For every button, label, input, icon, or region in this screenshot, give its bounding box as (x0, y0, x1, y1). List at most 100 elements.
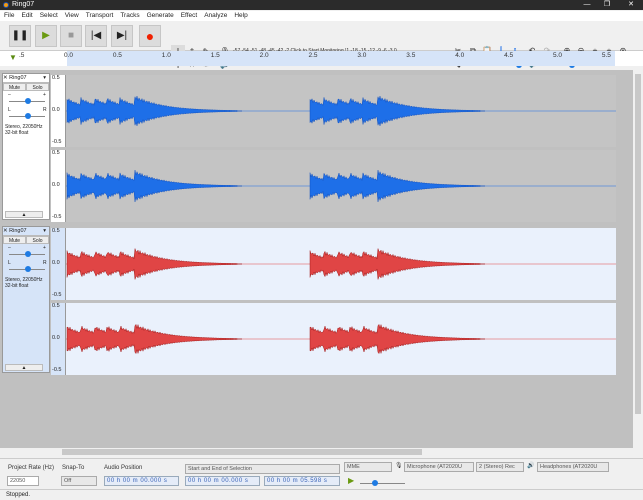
recording-device-select[interactable]: Microphone (AT2020U (404, 462, 474, 472)
menu-select[interactable]: Select (40, 11, 58, 21)
menu-analyze[interactable]: Analyze (204, 11, 227, 21)
waveform-channel[interactable] (66, 303, 616, 375)
ruler-tick: 2.0 (259, 52, 269, 59)
scale-label: 0.0 (52, 335, 60, 341)
record-button[interactable]: ● (139, 25, 161, 47)
menu-edit[interactable]: Edit (21, 11, 32, 21)
menu-bar: File Edit Select View Transport Tracks G… (0, 11, 643, 21)
audio-position-label: Audio Position (104, 465, 143, 471)
skip-to-end-button[interactable]: ▶| (111, 25, 133, 47)
vertical-scale[interactable]: 0.5 0.0 -0.5 (51, 228, 66, 300)
scale-label: -0.5 (52, 292, 62, 298)
scale-label: -0.5 (52, 139, 62, 145)
microphone-device-icon: 🎙 (395, 463, 403, 469)
menu-view[interactable]: View (65, 11, 79, 21)
mute-button[interactable]: Mute (3, 236, 26, 244)
ruler-tick: 3.0 (357, 52, 367, 59)
ruler-tick: 1.0 (161, 52, 171, 59)
collapse-track-button[interactable]: ▲ (5, 364, 43, 371)
skip-to-start-button[interactable]: |◀ (85, 25, 107, 47)
ruler-tick: 1.5 (210, 52, 220, 59)
title-bar: Ring07 — ❐ ✕ (0, 0, 643, 10)
menu-transport[interactable]: Transport (86, 11, 114, 21)
menu-tracks[interactable]: Tracks (120, 11, 139, 21)
track-name-menu[interactable]: ✕ Ring07 ▾ (3, 227, 49, 236)
waveform-channel[interactable] (66, 150, 616, 222)
menu-help[interactable]: Help (234, 11, 247, 21)
ruler-tick: 4.0 (455, 52, 465, 59)
ruler-tick: 2.5 (308, 52, 318, 59)
vertical-scale[interactable]: 0.5 0.0 -0.5 (51, 303, 66, 375)
ruler-tick: 0.0 (64, 52, 74, 59)
selection-start-field[interactable]: 00 h 00 m 00.000 s (185, 476, 260, 486)
solo-button[interactable]: Solo (26, 83, 49, 91)
track-name-menu[interactable]: ✕ Ring07 ▾ (3, 74, 49, 83)
track-name: Ring07 (9, 75, 27, 81)
close-button[interactable]: ✕ (624, 0, 638, 10)
scale-label: 0.0 (52, 107, 60, 113)
audio-position-field[interactable]: 00 h 00 m 00.000 s (104, 476, 179, 486)
solo-button[interactable]: Solo (26, 236, 49, 244)
track-menu-arrow-icon[interactable]: ▾ (43, 74, 46, 83)
play-at-speed-button[interactable]: ▶ (348, 476, 354, 485)
vertical-scrollbar[interactable] (633, 70, 643, 448)
snap-to-label: Snap-To (62, 465, 85, 471)
pause-button[interactable]: ❚❚ (9, 25, 31, 47)
play-speed-slider[interactable] (360, 479, 405, 487)
ruler-tick: 5.0 (553, 52, 563, 59)
ruler-tick: 4.5 (504, 52, 514, 59)
menu-generate[interactable]: Generate (147, 11, 174, 21)
speaker-device-icon: 🔊 (527, 463, 535, 469)
collapse-track-button[interactable]: ▲ (5, 211, 43, 218)
scale-label: 0.0 (52, 260, 60, 266)
audacity-logo-icon (3, 2, 9, 8)
gain-slider[interactable] (9, 250, 45, 258)
vertical-scroll-thumb[interactable] (635, 74, 641, 414)
audio-host-select[interactable]: MME (344, 462, 392, 472)
maximize-button[interactable]: ❐ (600, 0, 614, 10)
recording-channels-select[interactable]: 2 (Stereo) Rec (476, 462, 524, 472)
timeline-ruler[interactable]: ▼ .5 0.0 0.5 1.0 1.5 2.0 2.5 3.0 3.5 4.0 4.5 5.0 5.… (0, 51, 643, 66)
menu-file[interactable]: File (4, 11, 14, 21)
selection-mode-select[interactable]: Start and End of Selection (185, 464, 340, 474)
track-header[interactable]: ✕ Ring07 ▾ Mute Solo – + L R Stereo, 2205… (2, 73, 50, 220)
waveform-channel[interactable] (66, 228, 616, 300)
status-bar: Stopped. (0, 489, 643, 500)
scale-label: 0.5 (52, 75, 60, 81)
ruler-left-label: .5 (19, 52, 25, 59)
horizontal-scrollbar[interactable] (0, 448, 633, 456)
snap-to-select[interactable]: Off (61, 476, 97, 486)
scale-label: 0.0 (52, 182, 60, 188)
menu-effect[interactable]: Effect (181, 11, 198, 21)
track-name: Ring07 (9, 228, 27, 234)
minimize-button[interactable]: — (580, 0, 594, 10)
stop-button[interactable]: ■ (60, 25, 82, 47)
scale-label: 0.5 (52, 228, 60, 234)
selection-toolbar: Project Rate (Hz) 22050 Snap-To Off Audi… (0, 458, 643, 488)
play-button[interactable]: ▶ (35, 25, 57, 47)
track-header[interactable]: ✕ Ring07 ▾ Mute Solo – + L R Stereo, 2205… (2, 226, 50, 373)
waveform-channel[interactable] (66, 75, 616, 147)
project-rate-label: Project Rate (Hz) (8, 465, 55, 471)
ruler-tick: 3.5 (406, 52, 416, 59)
selection-end-field[interactable]: 00 h 00 m 05.598 s (264, 476, 340, 486)
project-rate-select[interactable]: 22050 (7, 476, 39, 486)
mute-button[interactable]: Mute (3, 83, 26, 91)
play-head-icon[interactable]: ▼ (9, 53, 17, 62)
vertical-scale[interactable]: 0.5 0.0 -0.5 (51, 75, 66, 147)
horizontal-scroll-thumb[interactable] (62, 449, 422, 455)
playback-device-select[interactable]: Headphones (AT2020U (537, 462, 609, 472)
track-menu-arrow-icon[interactable]: ▾ (43, 227, 46, 236)
pan-slider[interactable] (9, 112, 45, 120)
scale-label: -0.5 (52, 367, 62, 373)
ruler-tick: 5.5 (601, 52, 611, 59)
toolbars: ❚❚ ▶ ■ |◀ ▶| ● I ‡ ✎ ⚲ ↔ ✳ 🎙 🔊 -57 -54 -… (0, 21, 643, 69)
pan-slider[interactable] (9, 265, 45, 273)
ruler-tick: 0.5 (112, 52, 122, 59)
track-area: ✕ Ring07 ▾ Mute Solo – + L R Stereo, 2205… (0, 70, 633, 448)
scale-label: 0.5 (52, 150, 60, 156)
gain-slider[interactable] (9, 97, 45, 105)
scale-label: -0.5 (52, 214, 62, 220)
vertical-scale[interactable]: 0.5 0.0 -0.5 (51, 150, 66, 222)
window-title: Ring07 (12, 1, 35, 8)
